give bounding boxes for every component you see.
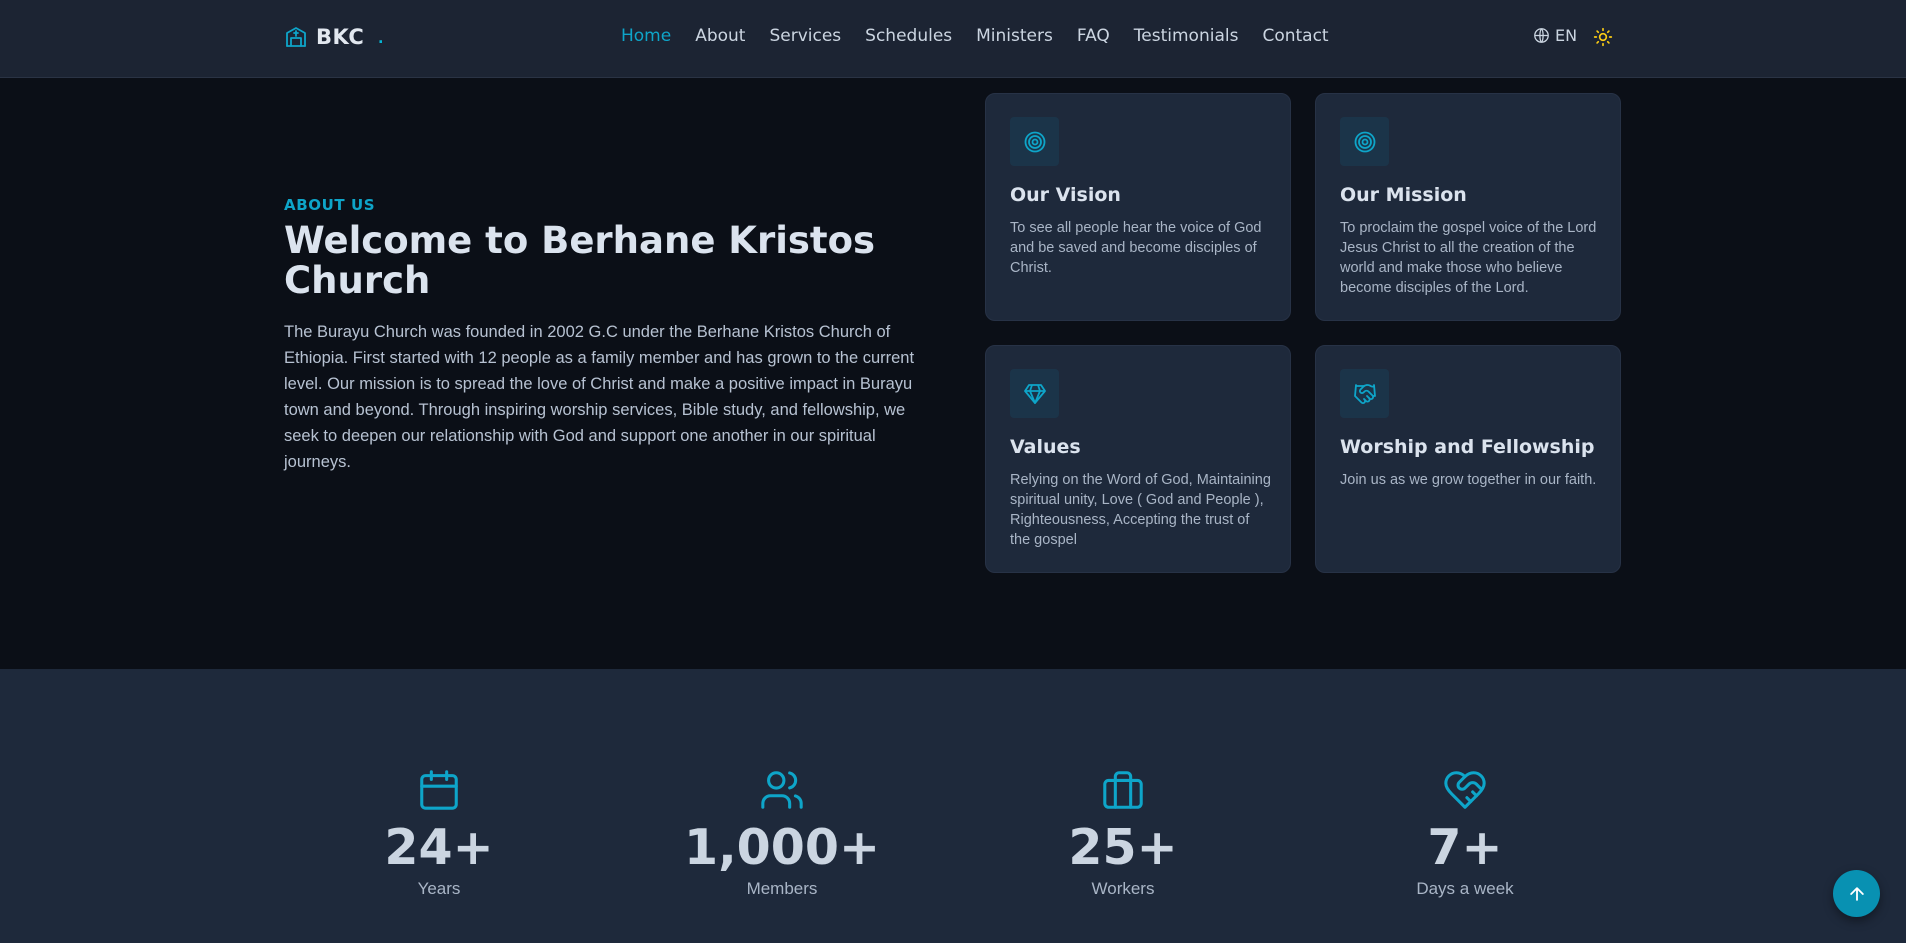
stat-value: 25+ — [1068, 819, 1178, 876]
target-icon — [1010, 117, 1059, 166]
sun-icon — [1593, 27, 1613, 47]
card-text: Relying on the Word of God, Maintaining … — [1010, 472, 1271, 548]
mission-card: Our Mission To proclaim the gospel voice… — [1315, 93, 1621, 321]
card-text: Join us as we grow together in our faith… — [1340, 472, 1597, 488]
church-icon — [284, 25, 308, 49]
stat-workers: 25+ Workers — [1003, 766, 1243, 899]
brand-dot: . — [378, 26, 384, 47]
handshake-icon — [1340, 369, 1389, 418]
scroll-to-top-button[interactable] — [1833, 870, 1880, 917]
stat-members: 1,000+ Members — [662, 766, 902, 899]
site-header: BKC . Home About Services Schedules Mini… — [0, 0, 1906, 78]
nav-testimonials[interactable]: Testimonials — [1134, 26, 1239, 46]
nav-schedules[interactable]: Schedules — [865, 26, 952, 46]
nav-services[interactable]: Services — [769, 26, 841, 46]
stats-section: 24+ Years 1,000+ Members 25+ Workers 7+ … — [0, 669, 1906, 943]
main-nav: Home About Services Schedules Ministers … — [621, 26, 1329, 46]
calendar-icon — [319, 766, 559, 814]
nav-contact[interactable]: Contact — [1262, 26, 1328, 46]
card-title: Values — [1010, 436, 1081, 458]
section-title: Welcome to Berhane Kristos Church — [284, 219, 876, 302]
brand-name: BKC — [316, 25, 365, 49]
globe-icon — [1533, 27, 1550, 44]
logo[interactable]: BKC . — [284, 24, 383, 50]
nav-about[interactable]: About — [695, 26, 745, 46]
theme-toggle[interactable] — [1592, 26, 1614, 48]
stat-value: 1,000+ — [683, 819, 881, 876]
worship-card: Worship and Fellowship Join us as we gro… — [1315, 345, 1621, 573]
target-icon — [1340, 117, 1389, 166]
stat-value: 24+ — [384, 819, 494, 876]
language-switcher[interactable]: EN — [1533, 26, 1577, 45]
arrow-up-icon — [1847, 884, 1867, 904]
vision-card: Our Vision To see all people hear the vo… — [985, 93, 1291, 321]
stat-years: 24+ Years — [319, 766, 559, 899]
card-title: Our Mission — [1340, 184, 1467, 206]
diamond-icon — [1010, 369, 1059, 418]
about-section: ABOUT US Welcome to Berhane Kristos Chur… — [0, 78, 1906, 669]
stat-value: 7+ — [1427, 819, 1503, 876]
briefcase-icon — [1003, 766, 1243, 814]
users-icon — [662, 766, 902, 814]
card-text: To see all people hear the voice of God … — [1010, 220, 1262, 276]
card-title: Our Vision — [1010, 184, 1121, 206]
values-card: Values Relying on the Word of God, Maint… — [985, 345, 1291, 573]
stat-label: Years — [417, 879, 461, 898]
nav-ministers[interactable]: Ministers — [976, 26, 1053, 46]
stat-label: Members — [746, 879, 818, 898]
card-title: Worship and Fellowship — [1340, 436, 1595, 458]
stat-days: 7+ Days a week — [1345, 766, 1585, 899]
stat-label: Days a week — [1416, 879, 1514, 898]
card-text: To proclaim the gospel voice of the Lord… — [1340, 220, 1597, 296]
heart-handshake-icon — [1345, 766, 1585, 814]
language-label: EN — [1555, 26, 1578, 45]
nav-home[interactable]: Home — [621, 26, 671, 46]
about-description: The Burayu Church was founded in 2002 G.… — [284, 323, 915, 471]
nav-faq[interactable]: FAQ — [1077, 26, 1110, 46]
section-eyebrow: ABOUT US — [284, 196, 376, 214]
stat-label: Workers — [1091, 879, 1155, 898]
